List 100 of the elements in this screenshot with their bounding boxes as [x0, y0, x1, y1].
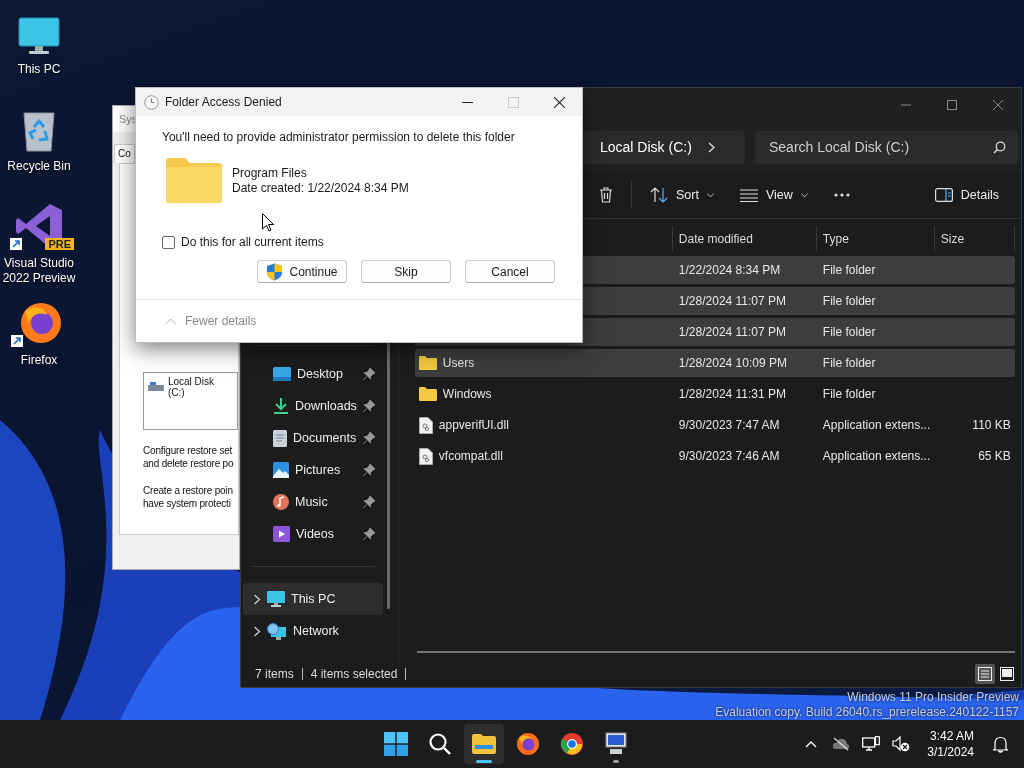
sidebar-item[interactable]: Pictures [243, 454, 383, 486]
date-cell-text: 1/28/2024 11:07 PM [677, 294, 788, 308]
date-cell-text: 1/22/2024 8:34 PM [677, 263, 782, 277]
item-count: 7 items [255, 667, 294, 681]
taskbar-button[interactable] [464, 724, 504, 764]
network-monitor-icon [862, 736, 881, 752]
sidebar-item[interactable]: Videos [243, 518, 383, 550]
file-row[interactable]: Users 1/28/2024 10:09 PM File folder [414, 349, 1015, 377]
checkbox[interactable] [162, 235, 175, 249]
folder-icon [418, 387, 437, 401]
trash-icon [599, 187, 613, 203]
type-cell-text: Application extens... [821, 418, 932, 432]
checkbox-label: Do this for all current items [181, 235, 324, 249]
continue-button[interactable]: Continue [257, 260, 347, 283]
tricolor-circle-icon [560, 732, 584, 756]
chevron-up-icon [165, 317, 176, 325]
close-icon [553, 96, 565, 108]
list-lines-icon [739, 188, 758, 202]
desktop-shortcut[interactable]: This PC [0, 8, 78, 105]
size-cell: 110 KB [972, 418, 1011, 432]
search-icon [429, 733, 451, 755]
date-created: Date created: 1/22/2024 8:34 PM [232, 180, 409, 196]
type-cell-text: File folder [821, 325, 877, 339]
side-panel-icon [934, 188, 953, 202]
drive-name: Local Disk (C:) [167, 376, 216, 398]
type-cell-text: Application extens... [821, 449, 932, 463]
os-build-notice: Evaluation copy. Build 26040.rs_prerelease.240122-1157 [715, 705, 1019, 720]
breadcrumb-item[interactable]: Local Disk (C:) [600, 139, 692, 155]
document-icon [273, 429, 287, 447]
dialog-button[interactable]: Skip [361, 260, 451, 283]
folder-icon [472, 734, 496, 754]
view-button[interactable]: View [731, 179, 816, 211]
pin-icon [362, 432, 375, 444]
running-indicator [613, 760, 619, 763]
file-row[interactable]: vfcompat.dll 9/30/2023 7:46 AM Application extens... 65 KB [414, 442, 1015, 470]
video-icon [273, 526, 290, 542]
file-row[interactable]: appverifUI.dll 9/30/2023 7:47 AM Application extens... 110 KB [414, 411, 1015, 439]
pin-icon [362, 368, 375, 380]
chevron-right-icon [253, 625, 261, 637]
date-cell-text: 1/28/2024 11:07 PM [677, 325, 788, 339]
horizontal-scrollbar[interactable] [416, 651, 1015, 653]
sidebar-item[interactable]: Downloads [243, 390, 383, 422]
shield-icon [266, 262, 284, 281]
tiles-view-button[interactable] [997, 664, 1017, 684]
maximize-icon [507, 96, 519, 108]
cursor-icon [262, 213, 274, 232]
folder-name: Program Files [232, 165, 308, 181]
picture-icon [273, 462, 289, 478]
dialog-button[interactable]: Cancel [465, 260, 555, 283]
sidebar-item[interactable]: Documents [243, 422, 383, 454]
type-cell-text: File folder [821, 294, 877, 308]
version-badge: PRE [45, 238, 74, 250]
desktop-shortcut[interactable]: Recycle Bin [0, 105, 78, 202]
shortcut-arrow-icon [10, 238, 22, 250]
date-cell-text: 1/28/2024 10:09 PM [677, 356, 788, 370]
desktop-shortcut[interactable]: Firefox [0, 299, 78, 396]
search-icon [993, 140, 1006, 154]
details-view-button[interactable] [975, 664, 995, 684]
sidebar-item[interactable]: Music [243, 486, 383, 518]
sort-button[interactable]: Sort [642, 179, 722, 211]
sidebar-item[interactable]: Network [243, 615, 383, 647]
details-pane-button[interactable]: Details [926, 179, 1007, 211]
caret-icon [706, 192, 714, 198]
column-header[interactable]: Size [934, 226, 1015, 251]
clock-date: 3/1/2024 [927, 744, 974, 760]
clock-button[interactable]: 3:42 AM 3/1/2024 [919, 728, 982, 760]
description-line: Configure restore set [143, 444, 234, 457]
details-toggle[interactable]: Fewer details [165, 314, 257, 328]
file-name: Users [442, 356, 475, 370]
file-icon [418, 416, 433, 434]
folder-icon [418, 356, 437, 370]
type-cell-text: File folder [821, 356, 877, 370]
caret-icon [800, 192, 808, 198]
selection-count: 4 items selected [310, 667, 398, 681]
size-cell: 65 KB [978, 449, 1011, 463]
speaker-muted-icon [892, 736, 911, 752]
dialog-message: You'll need to provide administrator permission to delete this folder [162, 130, 516, 144]
description-line: Create a restore poin [143, 484, 234, 497]
fox-logo-icon [516, 732, 540, 756]
date-cell-text: 9/30/2023 7:46 AM [677, 449, 781, 463]
pin-icon [362, 464, 375, 476]
date-cell-text: 9/30/2023 7:47 AM [677, 418, 781, 432]
column-header[interactable]: Type [816, 226, 935, 251]
column-header[interactable]: Date modified [672, 226, 817, 251]
file-row[interactable]: Windows 1/28/2024 11:31 PM File folder [414, 380, 1015, 408]
file-name: vfcompat.dll [438, 449, 503, 463]
computer-icon [604, 732, 628, 756]
download-arrow-icon [273, 398, 289, 414]
sidebar-item[interactable]: This PC [243, 583, 383, 615]
desktop-shortcut[interactable]: PRE Visual Studio 2022 Preview [0, 202, 78, 299]
search-field[interactable]: Search Local Disk (C:) [755, 130, 1018, 164]
shortcut-arrow-icon [11, 335, 23, 347]
chevron-right-icon [707, 141, 715, 153]
sidebar-item[interactable]: Desktop [243, 358, 383, 390]
folder-icon [166, 158, 222, 203]
maximize-icon [947, 100, 957, 110]
cloud-off-icon [832, 737, 851, 751]
tab[interactable]: Co [114, 144, 135, 163]
date-cell-text: 1/28/2024 11:31 PM [677, 387, 788, 401]
running-indicator [476, 760, 492, 763]
